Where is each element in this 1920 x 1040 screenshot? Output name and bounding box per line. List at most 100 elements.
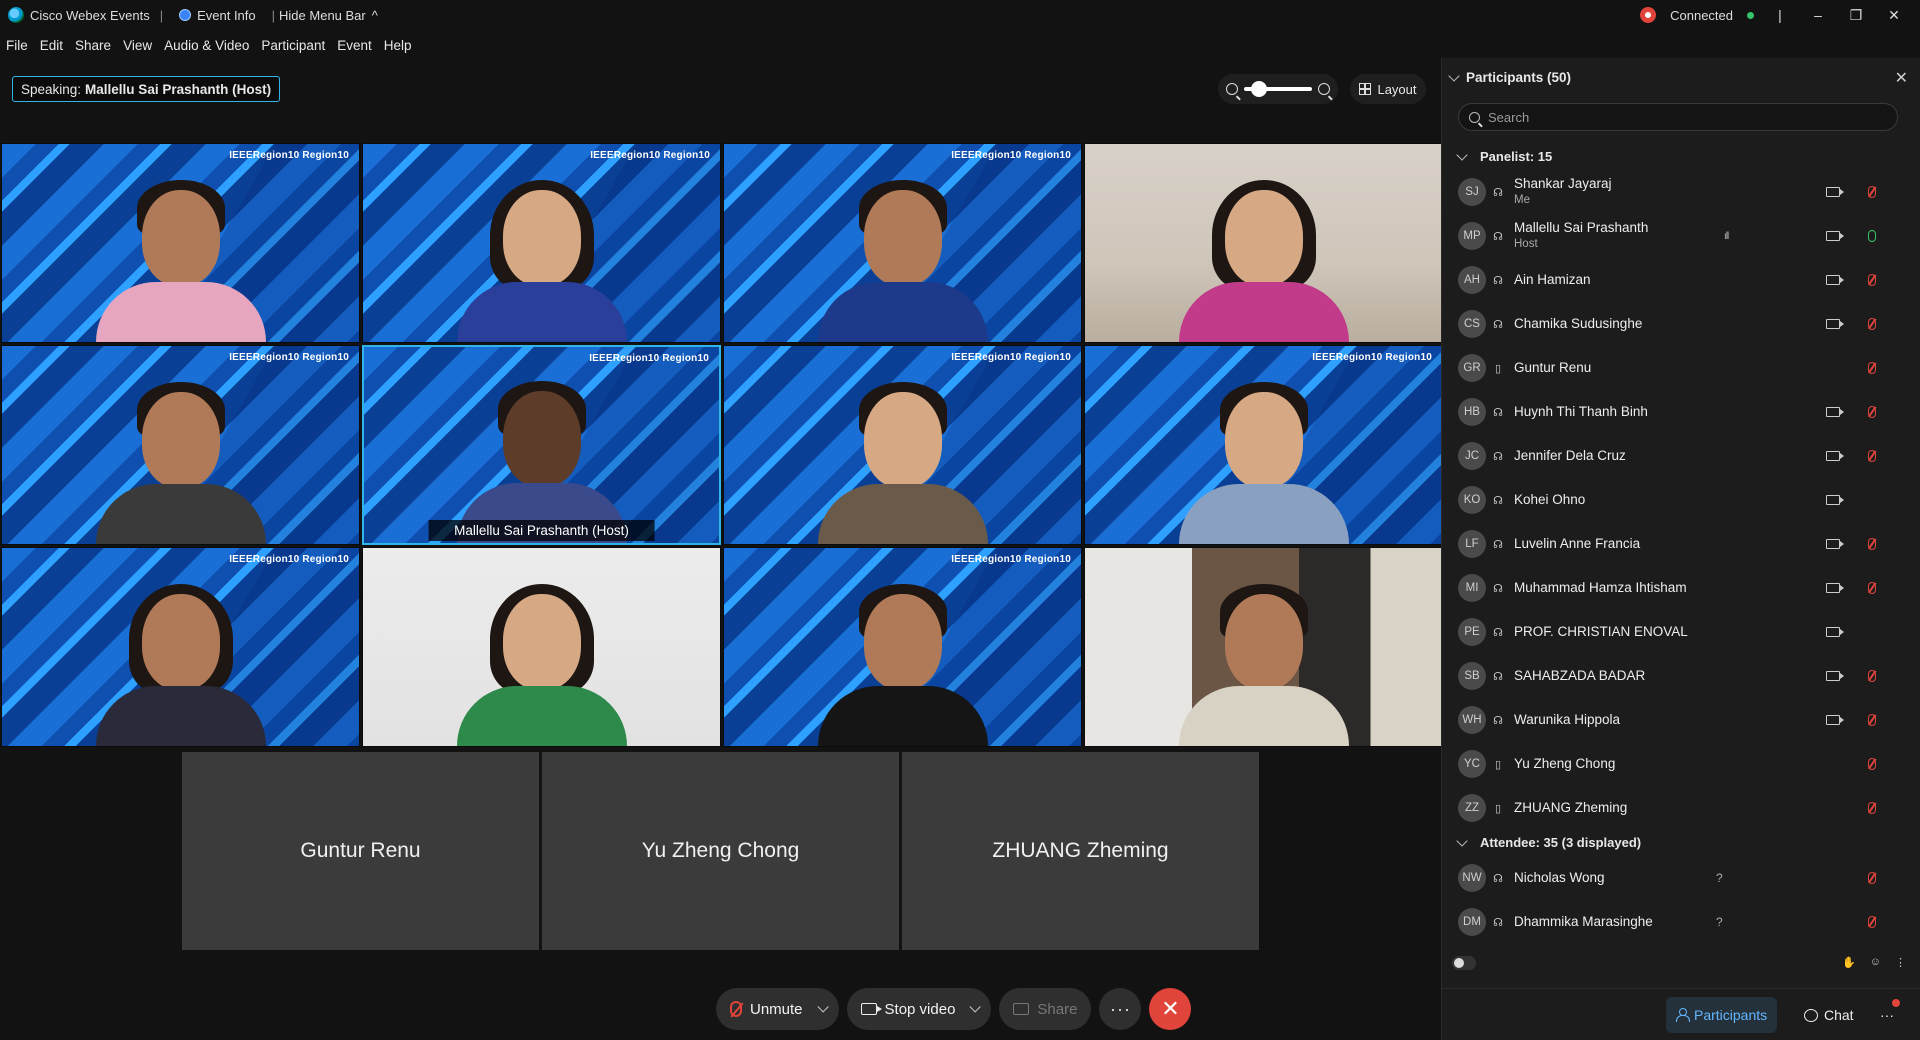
tab-chat[interactable]: Chat bbox=[1794, 997, 1864, 1033]
unmute-button[interactable]: Unmute bbox=[716, 988, 839, 1030]
menu-participant[interactable]: Participant bbox=[261, 38, 325, 53]
audio-only-tile[interactable]: ZHUANG Zheming bbox=[902, 752, 1259, 950]
video-tile[interactable]: IEEERegion10 Region10 Mallellu Sai Prasha… bbox=[362, 345, 721, 545]
menu-file[interactable]: File bbox=[6, 38, 28, 53]
mic-muted-icon[interactable] bbox=[1868, 582, 1876, 594]
tab-participants[interactable]: Participants bbox=[1666, 997, 1778, 1033]
video-tile[interactable]: IEEERegion10 Region10 bbox=[1084, 345, 1443, 545]
mic-muted-icon[interactable] bbox=[1868, 406, 1876, 418]
video-tile[interactable]: IEEERegion10 Region10 bbox=[1, 547, 360, 747]
restore-button[interactable]: ❐ bbox=[1844, 7, 1868, 24]
video-tile[interactable]: IEEERegion10 Region10 bbox=[723, 143, 1082, 343]
layout-button[interactable]: Layout bbox=[1350, 74, 1426, 104]
video-options-chevron-icon[interactable] bbox=[969, 1001, 982, 1013]
panelist-row[interactable]: YC ▯ Yu Zheng Chong bbox=[1442, 742, 1912, 786]
panelist-row[interactable]: SJ ☊ Shankar Jayaraj Me bbox=[1442, 170, 1912, 214]
panelist-row[interactable]: GR ▯ Guntur Renu bbox=[1442, 346, 1912, 390]
audio-only-tile[interactable]: Yu Zheng Chong bbox=[542, 752, 899, 950]
menu-edit[interactable]: Edit bbox=[40, 38, 63, 53]
participant-name: ZHUANG Zheming bbox=[1514, 800, 1627, 816]
connection-status: Connected bbox=[1670, 7, 1733, 23]
share-button[interactable]: Share bbox=[999, 988, 1092, 1030]
participant-name: Yu Zheng Chong bbox=[1514, 756, 1615, 772]
attendee-section-header[interactable]: Attendee: 35 (3 displayed) bbox=[1456, 834, 1641, 850]
mic-on-icon[interactable] bbox=[1868, 230, 1876, 242]
mic-muted-icon[interactable] bbox=[1868, 538, 1876, 550]
close-panel-button[interactable]: ✕ bbox=[1895, 68, 1908, 88]
panel-more-options-button[interactable]: ··· bbox=[1870, 997, 1904, 1033]
mic-muted-icon[interactable] bbox=[1868, 186, 1876, 198]
raise-hand-icon[interactable]: ✋ bbox=[1842, 956, 1856, 969]
recording-icon[interactable] bbox=[1640, 7, 1657, 23]
speaking-indicator: Speaking: Mallellu Sai Prashanth (Host) bbox=[12, 76, 281, 102]
panelist-row[interactable]: SB ☊ SAHABZADA BADAR bbox=[1442, 654, 1912, 698]
video-tile[interactable]: IEEERegion10 Region10 bbox=[723, 547, 1082, 747]
panel-tabs: Participants Chat ··· bbox=[1442, 988, 1920, 1040]
panelist-row[interactable]: CS ☊ Chamika Sudusinghe bbox=[1442, 302, 1912, 346]
minimize-button[interactable]: – bbox=[1806, 7, 1830, 23]
mic-muted-icon[interactable] bbox=[1868, 714, 1876, 726]
video-tile[interactable] bbox=[1084, 143, 1443, 343]
zoom-in-icon[interactable] bbox=[1318, 83, 1330, 95]
mic-muted-icon[interactable] bbox=[1868, 274, 1876, 286]
panelist-row[interactable]: MI ☊ Muhammad Hamza Ihtisham bbox=[1442, 566, 1912, 610]
participants-header[interactable]: Participants (50) bbox=[1448, 69, 1571, 85]
mic-muted-icon[interactable] bbox=[1868, 758, 1876, 770]
avatar: YC bbox=[1458, 750, 1486, 778]
more-icon: ··· bbox=[1880, 1007, 1894, 1023]
hide-menu-bar-button[interactable]: Hide Menu Bar ^ bbox=[279, 8, 378, 23]
mic-muted-icon[interactable] bbox=[1868, 916, 1876, 928]
video-tile[interactable] bbox=[362, 547, 721, 747]
mic-muted-icon[interactable] bbox=[1868, 670, 1876, 682]
reactions-icon[interactable]: ☺ bbox=[1870, 956, 1881, 969]
section-chevron-icon[interactable] bbox=[1456, 148, 1468, 161]
panelist-row[interactable]: ZZ ▯ ZHUANG Zheming bbox=[1442, 786, 1912, 830]
collapse-chevron-icon[interactable] bbox=[1448, 69, 1460, 82]
panelist-section-header[interactable]: Panelist: 15 bbox=[1456, 148, 1552, 164]
webex-logo-icon bbox=[8, 7, 24, 23]
zoom-out-icon[interactable] bbox=[1226, 83, 1238, 95]
panel-more-icon[interactable]: ⋮ bbox=[1895, 956, 1906, 969]
panelist-row[interactable]: WH ☊ Warunika Hippola bbox=[1442, 698, 1912, 742]
leave-meeting-button[interactable]: ✕ bbox=[1149, 988, 1192, 1030]
title-bar: Cisco Webex Events | Event Info | Hide M… bbox=[0, 0, 1920, 30]
panelist-row[interactable]: AH ☊ Ain Hamizan bbox=[1442, 258, 1912, 302]
menu-audio-video[interactable]: Audio & Video bbox=[164, 38, 249, 53]
mic-muted-icon[interactable] bbox=[1868, 802, 1876, 814]
panelist-row[interactable]: KO ☊ Kohei Ohno bbox=[1442, 478, 1912, 522]
video-tile[interactable]: IEEERegion10 Region10 bbox=[1, 143, 360, 343]
menu-event[interactable]: Event bbox=[337, 38, 372, 53]
panelist-row[interactable]: PE ☊ PROF. CHRISTIAN ENOVAL bbox=[1442, 610, 1912, 654]
menu-view[interactable]: View bbox=[123, 38, 152, 53]
mic-muted-icon[interactable] bbox=[1868, 318, 1876, 330]
close-window-button[interactable]: ✕ bbox=[1882, 7, 1906, 24]
participant-search-input[interactable]: Search bbox=[1458, 103, 1898, 131]
video-grid: IEEERegion10 Region10 IEEERegion10 Region… bbox=[1, 143, 1443, 748]
video-tile[interactable]: IEEERegion10 Region10 bbox=[1, 345, 360, 545]
mic-muted-icon[interactable] bbox=[1868, 362, 1876, 374]
event-info-button[interactable]: Event Info bbox=[179, 8, 256, 23]
audio-only-tile[interactable]: Guntur Renu bbox=[182, 752, 539, 950]
video-tile[interactable]: IEEERegion10 Region10 bbox=[723, 345, 1082, 545]
zoom-slider[interactable] bbox=[1244, 81, 1312, 97]
section-chevron-icon[interactable] bbox=[1456, 834, 1468, 847]
video-tile[interactable]: IEEERegion10 Region10 bbox=[362, 143, 721, 343]
mic-muted-icon[interactable] bbox=[1868, 450, 1876, 462]
participant-video bbox=[95, 364, 266, 544]
panelist-row[interactable]: JC ☊ Jennifer Dela Cruz bbox=[1442, 434, 1912, 478]
panelist-row[interactable]: HB ☊ Huynh Thi Thanh Binh bbox=[1442, 390, 1912, 434]
zoom-slider-handle[interactable] bbox=[1250, 81, 1267, 97]
attendee-row[interactable]: NW ☊ Nicholas Wong? bbox=[1442, 856, 1912, 900]
panelist-row[interactable]: LF ☊ Luvelin Anne Francia bbox=[1442, 522, 1912, 566]
panelist-row[interactable]: MP ☊ Mallellu Sai Prashanth Host ıll bbox=[1442, 214, 1912, 258]
mic-muted-icon[interactable] bbox=[1868, 872, 1876, 884]
video-tile[interactable] bbox=[1084, 547, 1443, 747]
attendee-row[interactable]: DM ☊ Dhammika Marasinghe? bbox=[1442, 900, 1912, 944]
zoom-control[interactable] bbox=[1218, 74, 1338, 104]
more-options-button[interactable]: ··· bbox=[1099, 988, 1142, 1030]
menu-share[interactable]: Share bbox=[75, 38, 111, 53]
menu-help[interactable]: Help bbox=[384, 38, 412, 53]
stop-video-button[interactable]: Stop video bbox=[846, 988, 992, 1030]
toggle-switch[interactable] bbox=[1452, 956, 1476, 970]
audio-options-chevron-icon[interactable] bbox=[816, 1001, 829, 1013]
